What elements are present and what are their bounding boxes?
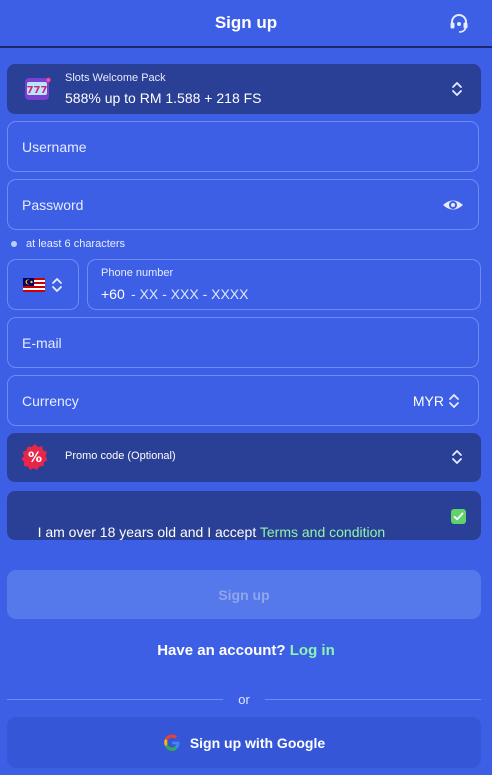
login-link[interactable]: Log in (290, 642, 335, 659)
svg-text:777: 777 (27, 85, 48, 96)
username-field[interactable]: Username (7, 121, 479, 172)
eye-icon[interactable] (442, 195, 464, 215)
terms-row: I am over 18 years old and I accept Term… (7, 491, 481, 540)
email-placeholder: E-mail (22, 335, 62, 351)
login-prompt: Have an account? Log in (0, 642, 492, 659)
google-button-label: Sign up with Google (189, 734, 326, 751)
chevron-up-down-icon (451, 448, 463, 466)
country-code-selector[interactable] (7, 259, 79, 310)
terms-text: I am over 18 years old and I accept (37, 524, 260, 540)
bonus-label: Slots Welcome Pack (65, 72, 166, 84)
username-placeholder: Username (22, 139, 87, 155)
password-placeholder: Password (22, 197, 84, 213)
headset-support-icon[interactable] (448, 12, 470, 34)
header: Sign up (0, 0, 492, 48)
login-question: Have an account? (157, 642, 286, 659)
email-field[interactable]: E-mail (7, 317, 479, 368)
promo-code-selector[interactable]: % Promo code (Optional) (7, 433, 481, 482)
google-icon (163, 734, 181, 752)
password-field[interactable]: Password (7, 179, 479, 230)
svg-text:%: % (28, 450, 42, 466)
slot-machine-icon: 777 (22, 74, 52, 104)
chevron-up-down-icon (451, 80, 463, 98)
chevron-up-down-icon (51, 276, 63, 294)
password-hint: at least 6 characters (11, 238, 125, 250)
currency-label: Currency (22, 393, 79, 409)
bonus-value: 588% up to RM 1.588 + 218 FS (65, 90, 262, 106)
phone-prefix: +60 (101, 286, 125, 302)
phone-mask: - XX - XXX - XXXX (131, 286, 249, 302)
terms-checkbox[interactable] (451, 509, 466, 524)
currency-selector[interactable]: Currency MYR (7, 375, 479, 426)
google-sign-up-button[interactable]: Sign up with Google (7, 717, 481, 768)
phone-label: Phone number (101, 267, 174, 279)
malaysia-flag-icon (23, 278, 45, 292)
divider-text: or (238, 692, 250, 707)
currency-value: MYR (412, 393, 444, 409)
percent-badge-icon: % (21, 443, 49, 471)
terms-link[interactable]: Terms and condition (260, 524, 385, 540)
sign-up-button[interactable]: Sign up (7, 570, 481, 619)
checkmark-icon (453, 512, 464, 521)
bullet-icon (11, 241, 17, 247)
password-hint-text: at least 6 characters (26, 238, 126, 250)
or-divider: or (7, 690, 481, 710)
phone-number-field[interactable]: Phone number +60 - XX - XXX - XXXX (87, 259, 481, 310)
promo-label: Promo code (Optional) (65, 450, 176, 462)
chevron-up-down-icon (448, 392, 460, 410)
terms-text-wrap: I am over 18 years old and I accept Term… (22, 508, 386, 556)
page-title: Sign up (214, 13, 278, 32)
bonus-selector[interactable]: 777 Slots Welcome Pack 588% up to RM 1.5… (7, 64, 481, 114)
